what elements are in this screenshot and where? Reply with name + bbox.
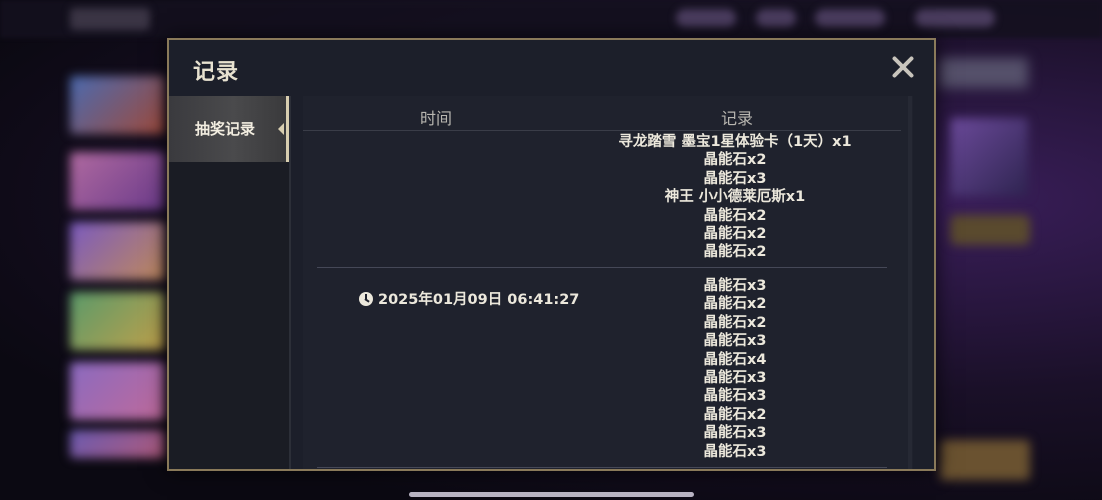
dialog-sidebar: 抽奖记录 [169,96,289,469]
background-card-4 [70,292,165,350]
background-button [950,215,1030,245]
background-back-button [70,8,150,30]
background-resource-3 [815,9,885,27]
record-item: 晶能石x3 [703,425,767,442]
scrollbar[interactable] [908,96,912,469]
record-dialog: 记录 抽奖记录 时间 记录 寻龙踏雪 墨宝1星体验卡（1天）x1 晶能石x2 晶… [167,38,936,471]
background-card-2 [70,152,165,210]
header-divider [303,130,901,131]
record-item: 晶能石x3 [703,278,767,294]
background-resource-4 [915,9,995,27]
tab-lottery-records-label: 抽奖记录 [195,120,256,138]
record-item: 晶能石x2 [703,207,767,224]
column-header-record: 记录 [721,109,754,128]
record-item: 寻龙踏雪 墨宝1星体验卡（1天）x1 [618,134,852,150]
records-table[interactable]: 时间 记录 寻龙踏雪 墨宝1星体验卡（1天）x1 晶能石x2 晶能石x3 神王 … [303,96,913,469]
tab-lottery-records[interactable]: 抽奖记录 [169,96,289,162]
record-item: 晶能石x2 [703,406,767,423]
background-bottom-button [940,440,1030,480]
background-hero-image [950,118,1028,196]
home-indicator[interactable] [409,492,694,497]
record-item: 晶能石x2 [703,314,767,331]
record-item: 晶能石x2 [703,244,767,261]
row-divider [317,267,887,268]
column-header-time: 时间 [420,109,453,128]
dialog-title: 记录 [193,60,240,85]
record-item: 晶能石x2 [703,296,767,313]
record-item: 晶能石x3 [703,443,767,460]
dialog-header: 记录 [169,40,934,96]
record-item: 晶能石x3 [703,370,767,386]
clock-icon [359,292,373,306]
record-item: 晶能石x3 [703,170,767,187]
close-icon[interactable] [890,54,916,80]
record-item: 晶能石x2 [703,152,767,169]
record-item: 晶能石x3 [703,333,767,350]
background-resource-2 [756,9,796,27]
background-card-3 [70,222,165,280]
background-card-5 [70,362,165,420]
record-item: 神王 小小德莱厄斯x1 [664,189,806,206]
background-resource-1 [676,9,736,27]
record-item: 晶能石x3 [703,388,767,405]
sidebar-divider [289,96,291,469]
row-divider [317,467,887,468]
record-item: 晶能石x4 [703,351,767,368]
background-card-1 [70,76,165,134]
background-title-text [938,58,1028,88]
background-card-6 [70,430,165,458]
active-tab-indicator-icon [278,123,284,135]
record-item: 晶能石x2 [703,226,767,242]
